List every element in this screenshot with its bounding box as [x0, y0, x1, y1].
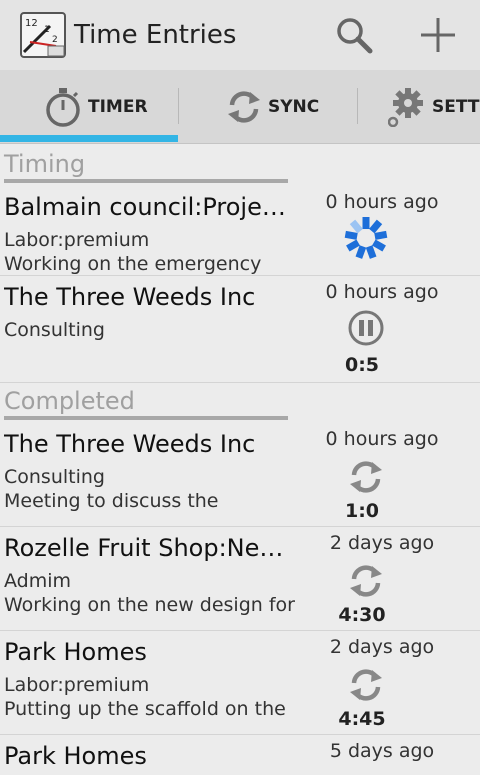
entry-age: 0 hours ago — [325, 281, 439, 303]
entry-duration: 4:45 — [338, 708, 386, 730]
task-type: Labor:premium — [4, 674, 150, 696]
section-header-completed: Completed — [0, 383, 480, 420]
tab-bar: TIMER SYNC SETTI — [0, 70, 480, 144]
client-name: Park Homes — [4, 742, 147, 770]
sync-icon — [350, 669, 382, 701]
app-clock-icon[interactable]: 12 1 2 — [20, 12, 66, 58]
entry-age: 0 hours ago — [325, 191, 439, 213]
svg-text:12: 12 — [25, 18, 38, 29]
tab-sync[interactable]: SYNC — [226, 70, 319, 143]
task-type: Admim — [4, 570, 72, 592]
tab-timer-label: TIMER — [88, 96, 148, 117]
section-title: Completed — [4, 387, 135, 415]
add-button[interactable] — [413, 10, 463, 60]
section-rule — [4, 179, 288, 183]
selected-tab-indicator — [0, 135, 178, 142]
entry-age: 0 hours ago — [325, 428, 439, 450]
time-entry-row[interactable]: Rozelle Fruit Shop:Ne… Admim Working on … — [0, 527, 480, 631]
entry-duration: 4:30 — [338, 604, 386, 626]
task-type: Labor:premium — [4, 229, 150, 251]
client-name: Balmain council:Proje… — [4, 193, 286, 221]
section-title: Timing — [4, 150, 86, 178]
plus-icon — [421, 18, 455, 52]
entry-duration: 1:0 — [344, 500, 380, 522]
action-bar: 12 1 2 Time Entries — [0, 0, 480, 70]
client-name: Park Homes — [4, 638, 147, 666]
sync-status-button[interactable] — [342, 453, 390, 501]
entry-note: Putting up the scaffold on the — [4, 698, 286, 720]
sync-icon — [350, 461, 382, 493]
task-type: Consulting — [4, 319, 105, 341]
entry-age: 5 days ago — [329, 740, 435, 762]
time-entry-row[interactable]: Balmain council:Proje… Labor:premium Wor… — [0, 186, 480, 276]
tab-settings-label: SETTI — [432, 96, 480, 117]
sync-status-button[interactable] — [342, 661, 390, 709]
search-button[interactable] — [329, 10, 379, 60]
section-rule — [4, 416, 288, 420]
tab-divider — [357, 88, 358, 124]
entry-age: 2 days ago — [329, 636, 435, 658]
pause-button[interactable] — [342, 304, 390, 352]
sync-status-button[interactable] — [342, 557, 390, 605]
app-title: Time Entries — [74, 20, 237, 50]
tab-settings[interactable]: SETTI — [388, 70, 480, 143]
client-name: The Three Weeds Inc — [4, 283, 256, 311]
time-entry-row[interactable]: The Three Weeds Inc Consulting 0 hours a… — [0, 276, 480, 383]
time-entry-row[interactable]: Park Homes 5 days ago — [0, 735, 480, 775]
sync-icon — [350, 565, 382, 597]
task-type: Consulting — [4, 466, 105, 488]
entry-note: Working on the new design for — [4, 594, 295, 616]
client-name: Rozelle Fruit Shop:Ne… — [4, 534, 284, 562]
section-header-timing: Timing — [0, 146, 480, 183]
entry-note: Meeting to discuss the — [4, 490, 219, 512]
stopwatch-icon — [46, 87, 80, 127]
time-entry-row[interactable]: The Three Weeds Inc Consulting Meeting t… — [0, 423, 480, 527]
tab-sync-label: SYNC — [268, 96, 320, 117]
tab-timer[interactable]: TIMER — [44, 70, 148, 143]
pause-icon — [348, 310, 384, 346]
gear-icon — [388, 87, 423, 127]
status-icon[interactable] — [342, 214, 390, 262]
tab-divider — [178, 88, 179, 124]
time-entry-row[interactable]: Park Homes Labor:premium Putting up the … — [0, 631, 480, 735]
entry-note: Working on the emergency — [4, 253, 262, 275]
entry-age: 2 days ago — [329, 532, 435, 554]
svg-text:2: 2 — [52, 35, 58, 45]
sync-icon — [228, 90, 260, 123]
search-icon — [337, 18, 373, 54]
spinner-icon — [344, 217, 388, 259]
entry-duration: 0:5 — [344, 354, 380, 376]
client-name: The Three Weeds Inc — [4, 430, 256, 458]
